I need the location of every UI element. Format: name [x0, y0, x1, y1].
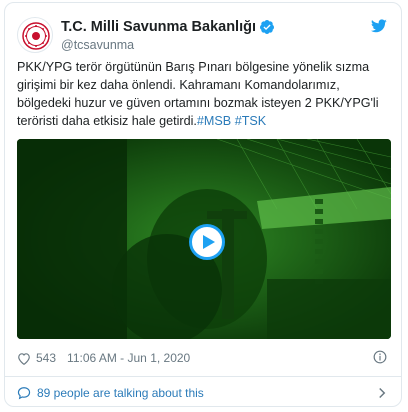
- hashtag-msb[interactable]: #MSB: [197, 114, 231, 128]
- play-button[interactable]: [189, 224, 225, 260]
- account-name-row: T.C. Milli Savunma Bakanlığı: [61, 19, 275, 35]
- ministry-seal-icon: [22, 22, 50, 50]
- talking-about-text[interactable]: 89 people are talking about this: [37, 386, 204, 400]
- tweet-header: T.C. Milli Savunma Bakanlığı @tcsavunma: [17, 17, 389, 57]
- chevron-right-icon[interactable]: [377, 387, 387, 399]
- tweet-meta: 543 11:06 AM - Jun 1, 2020: [17, 349, 389, 367]
- divider: [5, 376, 401, 377]
- tweet-timestamp[interactable]: 11:06 AM - Jun 1, 2020: [67, 351, 190, 365]
- play-icon: [203, 235, 215, 249]
- heart-icon[interactable]: [17, 352, 31, 365]
- like-count: 543: [36, 351, 57, 365]
- like-action[interactable]: 543: [17, 351, 56, 365]
- tweet-card[interactable]: T.C. Milli Savunma Bakanlığı @tcsavunma …: [4, 2, 402, 407]
- twitter-bird-icon[interactable]: [371, 19, 387, 33]
- talking-about-link[interactable]: 89 people are talking about this: [17, 384, 389, 402]
- tweet-text: PKK/YPG terör örgütünün Barış Pınarı böl…: [17, 58, 391, 130]
- verified-badge-icon: [259, 20, 274, 34]
- info-icon[interactable]: [373, 350, 387, 364]
- video-thumbnail[interactable]: [17, 139, 391, 339]
- avatar[interactable]: [17, 17, 53, 53]
- account-name[interactable]: T.C. Milli Savunma Bakanlığı: [61, 19, 256, 35]
- speech-bubble-icon: [17, 387, 31, 400]
- hashtag-tsk[interactable]: #TSK: [235, 114, 267, 128]
- account-handle[interactable]: @tcsavunma: [61, 38, 134, 52]
